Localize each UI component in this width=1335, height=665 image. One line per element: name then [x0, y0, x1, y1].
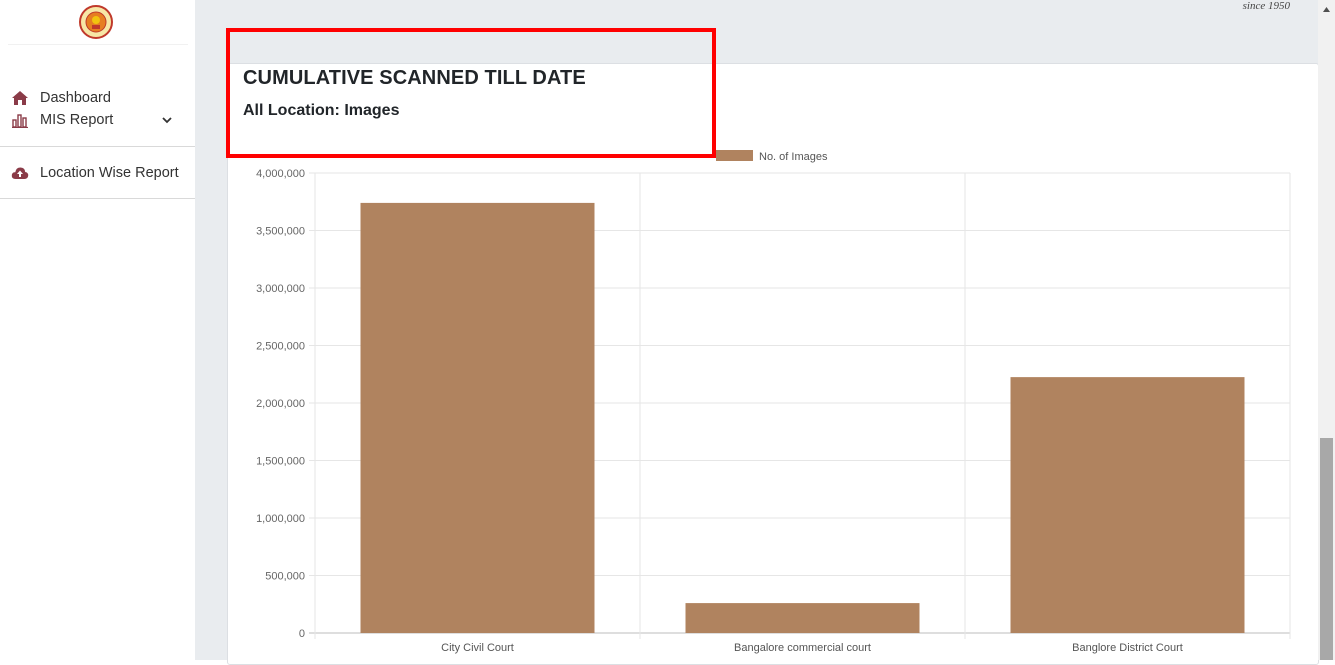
- legend-swatch: [716, 150, 753, 161]
- y-tick-label: 2,000,000: [256, 398, 305, 410]
- y-tick-label: 4,000,000: [256, 168, 305, 180]
- y-tick-label: 3,500,000: [256, 226, 305, 238]
- y-tick-label: 2,500,000: [256, 341, 305, 353]
- sidebar-item-label: Dashboard: [40, 90, 111, 106]
- scroll-up-arrow-icon[interactable]: [1321, 2, 1332, 12]
- sidebar-item-label: Location Wise Report: [40, 165, 179, 181]
- sidebar: Dashboard MIS Report Location Wise Repor…: [0, 0, 195, 660]
- highlight-box: [226, 28, 716, 158]
- scrollbar-thumb[interactable]: [1320, 438, 1333, 660]
- nav-divider: [0, 198, 195, 199]
- sidebar-item-dashboard[interactable]: Dashboard: [10, 89, 111, 107]
- x-tick-label: City Civil Court: [441, 642, 514, 654]
- chevron-down-icon[interactable]: [160, 113, 174, 127]
- y-tick-label: 1,500,000: [256, 456, 305, 468]
- sidebar-item-location-wise-report[interactable]: Location Wise Report: [10, 164, 179, 182]
- chart-bar: [685, 603, 920, 633]
- home-icon: [10, 89, 30, 107]
- since-text: since 1950: [1242, 0, 1290, 12]
- cloud-upload-icon: [10, 164, 30, 182]
- nav-divider: [0, 146, 195, 147]
- chart-bar: [1010, 377, 1245, 633]
- legend-label: No. of Images: [759, 151, 828, 163]
- bar-chart: 0 500,000 1,000,000 1,500,000 2,000,000 2,500…: [256, 150, 1291, 654]
- sidebar-item-label: MIS Report: [40, 112, 114, 128]
- chart-bar: [360, 202, 595, 633]
- x-tick-label: Banglore District Court: [1072, 642, 1183, 654]
- y-tick-label: 3,000,000: [256, 283, 305, 295]
- emblem-logo: [78, 4, 114, 40]
- bar-chart-icon: [10, 111, 30, 129]
- y-tick-label: 500,000: [265, 571, 305, 583]
- x-tick-label: Bangalore commercial court: [734, 642, 871, 654]
- y-tick-label: 0: [299, 628, 305, 640]
- y-tick-label: 1,000,000: [256, 513, 305, 525]
- sidebar-item-mis-report[interactable]: MIS Report: [10, 111, 113, 129]
- logo-divider: [8, 44, 188, 45]
